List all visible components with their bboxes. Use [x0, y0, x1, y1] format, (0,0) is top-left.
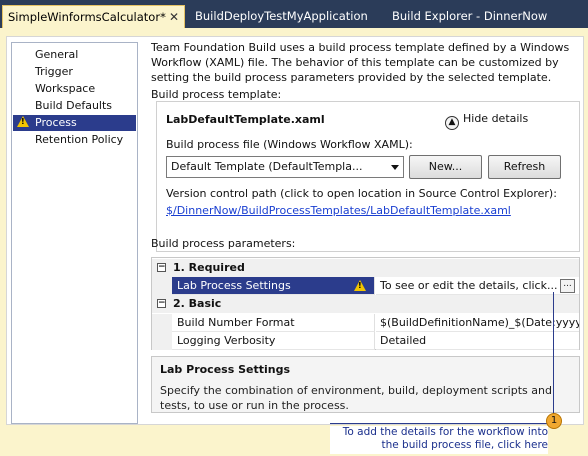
category-required[interactable]: − 1. Required [152, 259, 579, 277]
row-gutter [152, 277, 172, 295]
parameter-description-pane: Lab Process Settings Specify the combina… [151, 356, 580, 413]
nav-item-label: Retention Policy [35, 133, 124, 146]
nav-item-build-defaults[interactable]: Build Defaults [13, 98, 136, 114]
params-label: Build process parameters: [151, 237, 296, 250]
nav-item-label: Workspace [35, 82, 96, 95]
edit-details-button[interactable]: ... [560, 279, 575, 293]
tab-label: BuildDeployTestMyApplication [195, 9, 368, 23]
tab-build-explorer[interactable]: Build Explorer - DinnerNow [387, 5, 547, 28]
param-name: Lab Process Settings [172, 277, 375, 295]
param-name-text: Lab Process Settings [177, 279, 291, 292]
tab-build-deploy-test[interactable]: BuildDeployTestMyApplication [190, 5, 368, 28]
document-tab-strip: SimpleWinformsCalculator* ✕ BuildDeployT… [0, 0, 588, 28]
warning-icon [354, 280, 366, 291]
tab-simple-winforms-calculator[interactable]: SimpleWinformsCalculator* ✕ [2, 5, 185, 28]
nav-item-label: Trigger [35, 65, 73, 78]
nav-item-label: Process [35, 116, 77, 129]
category-basic[interactable]: − 2. Basic [152, 295, 579, 313]
new-template-button[interactable]: New... [409, 155, 482, 179]
param-row-lab-process-settings[interactable]: Lab Process Settings To see or edit the … [152, 277, 579, 295]
nav-item-workspace[interactable]: Workspace [13, 81, 136, 97]
callout-leader-horizontal [330, 423, 554, 424]
nav-item-label: General [35, 48, 79, 61]
callout-text: To add the details for the workflow into… [330, 426, 548, 454]
row-gutter [152, 314, 172, 332]
definition-nav: General Trigger Workspace Build Defaults… [11, 42, 138, 424]
build-file-label: Build process file (Windows Workflow XAM… [166, 138, 413, 151]
callout-number-badge: 1 [546, 413, 562, 429]
refresh-button[interactable]: Refresh [488, 155, 561, 179]
hide-details-button[interactable]: ▲ Hide details [445, 112, 528, 130]
template-name: LabDefaultTemplate.xaml [166, 113, 325, 126]
nav-item-trigger[interactable]: Trigger [13, 64, 136, 80]
template-group-label: Build process template: [151, 88, 282, 101]
chevron-up-icon: ▲ [445, 116, 459, 130]
close-icon[interactable]: ✕ [169, 6, 179, 28]
nav-item-label: Build Defaults [35, 99, 113, 112]
intro-text: Team Foundation Build uses a build proce… [151, 41, 570, 84]
category-label: 1. Required [173, 261, 245, 274]
param-value[interactable]: Detailed [376, 332, 579, 350]
param-value[interactable]: To see or edit the details, click... [376, 277, 579, 295]
collapse-icon[interactable]: − [157, 299, 166, 308]
tab-label: SimpleWinformsCalculator* [8, 10, 166, 24]
param-name: Build Number Format [172, 314, 375, 332]
param-row-build-number-format[interactable]: Build Number Format $(BuildDefinitionNam… [152, 314, 579, 332]
process-parameters-grid: − 1. Required Lab Process Settings To se… [151, 257, 580, 350]
nav-item-general[interactable]: General [13, 47, 136, 63]
category-label: 2. Basic [173, 297, 222, 310]
collapse-icon[interactable]: − [157, 263, 166, 272]
selected-template-value: Default Template (DefaultTempla... [171, 160, 363, 173]
param-value[interactable]: $(BuildDefinitionName)_$(Date:yyyy.. [376, 314, 579, 332]
param-name: Logging Verbosity [172, 332, 375, 350]
nav-item-process[interactable]: Process [13, 115, 136, 131]
build-process-file-select[interactable]: Default Template (DefaultTempla... [166, 156, 404, 178]
param-value-text: To see or edit the details, click... [380, 279, 558, 292]
nav-item-retention-policy[interactable]: Retention Policy [13, 132, 136, 148]
description-text: Specify the combination of environment, … [160, 384, 552, 412]
warning-icon [17, 116, 29, 127]
version-control-label: Version control path (click to open loca… [166, 187, 557, 200]
dropdown-arrow-icon [391, 165, 399, 170]
hide-details-label: Hide details [463, 112, 529, 125]
version-control-link[interactable]: $/DinnerNow/BuildProcessTemplates/LabDef… [166, 204, 511, 217]
param-row-logging-verbosity[interactable]: Logging Verbosity Detailed [152, 332, 579, 350]
callout-leader-vertical [553, 292, 554, 423]
row-gutter [152, 332, 172, 350]
description-title: Lab Process Settings [160, 363, 291, 376]
tab-label: Build Explorer - DinnerNow [392, 9, 548, 23]
